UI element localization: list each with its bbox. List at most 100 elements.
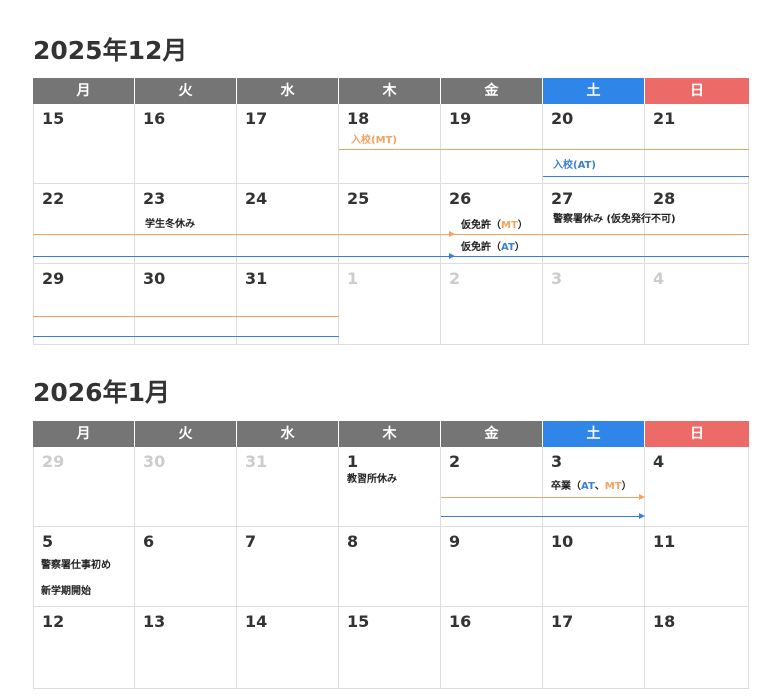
day-number: 24 — [245, 189, 268, 208]
day-cell[interactable]: 29 — [33, 447, 135, 527]
day-cell[interactable]: 17 — [543, 607, 645, 689]
day-cell[interactable]: 18 — [645, 607, 749, 689]
arrow-right-icon — [449, 231, 455, 237]
event-police-work-start[interactable]: 警察署仕事初め — [41, 559, 111, 572]
day-cell[interactable]: 11 — [645, 527, 749, 607]
weekday-header-tue: 火 — [135, 421, 236, 447]
day-cell[interactable]: 30 — [135, 447, 237, 527]
day-number-other-month: 4 — [653, 269, 665, 288]
day-cell[interactable]: 13 — [135, 607, 237, 689]
day-number: 28 — [653, 189, 676, 208]
at-period-line — [33, 336, 339, 337]
day-cell[interactable]: 16 — [135, 104, 237, 184]
at-period-line — [543, 176, 749, 177]
day-number-other-month: 29 — [42, 452, 65, 471]
at-period-line — [441, 516, 643, 517]
day-number: 16 — [449, 612, 472, 631]
day-number: 20 — [551, 109, 574, 128]
event-nyuko-at[interactable]: 入校(AT) — [553, 159, 596, 172]
day-number: 30 — [143, 269, 166, 288]
day-cell[interactable]: 14 — [237, 607, 339, 689]
day-cell[interactable]: 15 — [339, 607, 441, 689]
day-cell[interactable]: 8 — [339, 527, 441, 607]
at-period-line — [33, 256, 749, 257]
weekday-header-wed: 水 — [237, 421, 338, 447]
day-cell[interactable]: 15 — [33, 104, 135, 184]
mt-period-line — [339, 149, 749, 150]
arrow-right-icon — [639, 513, 645, 519]
day-number: 17 — [551, 612, 574, 631]
event-nyuko-mt[interactable]: 入校(MT) — [351, 134, 397, 147]
day-number-other-month: 2 — [449, 269, 461, 288]
day-cell[interactable]: 4 — [645, 264, 749, 345]
event-police-holiday[interactable]: 警察署休み (仮免発行不可) — [553, 213, 676, 226]
day-cell[interactable]: 25 — [339, 184, 441, 264]
day-number: 19 — [449, 109, 472, 128]
day-cell[interactable]: 31 — [237, 264, 339, 345]
mt-period-line — [33, 316, 339, 317]
day-cell[interactable]: 4 — [645, 447, 749, 527]
day-cell[interactable]: 2 — [441, 447, 543, 527]
weekday-header-sat: 土 — [543, 421, 644, 447]
weekday-header-fri: 金 — [441, 78, 542, 104]
day-cell[interactable]: 10 — [543, 527, 645, 607]
month-title-jan: 2026年1月 — [33, 378, 170, 407]
calendar-dec: 月 火 水 木 金 土 日 15 16 17 18 19 20 21 22 23… — [33, 78, 749, 345]
day-number: 7 — [245, 532, 257, 551]
mt-period-line — [33, 234, 749, 235]
mt-period-line — [441, 497, 643, 498]
day-cell[interactable]: 7 — [237, 527, 339, 607]
day-cell[interactable]: 9 — [441, 527, 543, 607]
day-cell[interactable]: 29 — [33, 264, 135, 345]
event-karimenkyo-at[interactable]: 仮免許（AT） — [461, 241, 525, 254]
weekday-header-sun: 日 — [645, 78, 749, 104]
day-cell[interactable]: 2 — [441, 264, 543, 345]
weekday-header-sun: 日 — [645, 421, 749, 447]
day-number-other-month: 3 — [551, 269, 563, 288]
day-cell[interactable]: 1 — [339, 264, 441, 345]
day-number: 3 — [551, 452, 563, 471]
day-cell[interactable]: 30 — [135, 264, 237, 345]
day-number: 5 — [42, 532, 54, 551]
day-cell[interactable]: 6 — [135, 527, 237, 607]
day-number: 18 — [653, 612, 676, 631]
day-number: 25 — [347, 189, 370, 208]
weekday-header-fri: 金 — [441, 421, 542, 447]
event-karimenkyo-mt[interactable]: 仮免許（MT） — [461, 219, 528, 232]
weekday-header-sat: 土 — [543, 78, 644, 104]
day-cell[interactable]: 17 — [237, 104, 339, 184]
day-number: 8 — [347, 532, 359, 551]
day-number: 16 — [143, 109, 166, 128]
day-number: 17 — [245, 109, 268, 128]
day-cell[interactable]: 3 — [543, 264, 645, 345]
day-number: 1 — [347, 452, 359, 471]
day-cell[interactable]: 24 — [237, 184, 339, 264]
day-number: 4 — [653, 452, 665, 471]
event-winter-break[interactable]: 学生冬休み — [145, 218, 195, 231]
weekday-header-mon: 月 — [33, 421, 134, 447]
day-cell[interactable]: 22 — [33, 184, 135, 264]
day-number: 21 — [653, 109, 676, 128]
day-number: 13 — [143, 612, 166, 631]
day-number: 11 — [653, 532, 676, 551]
event-graduation[interactable]: 卒業（AT、MT） — [551, 480, 632, 493]
day-number: 14 — [245, 612, 268, 631]
day-cell[interactable]: 1 — [339, 447, 441, 527]
day-number: 9 — [449, 532, 461, 551]
day-cell[interactable]: 31 — [237, 447, 339, 527]
day-cell[interactable]: 21 — [645, 104, 749, 184]
day-cell[interactable]: 16 — [441, 607, 543, 689]
weekday-header-thu: 木 — [339, 421, 440, 447]
day-number: 2 — [449, 452, 461, 471]
month-title-dec: 2025年12月 — [33, 36, 188, 65]
weekday-header-tue: 火 — [135, 78, 236, 104]
event-school-closed[interactable]: 教習所休み — [347, 473, 397, 486]
event-new-term[interactable]: 新学期開始 — [41, 585, 91, 598]
day-number: 18 — [347, 109, 370, 128]
day-number: 6 — [143, 532, 155, 551]
arrow-right-icon — [449, 253, 455, 259]
day-cell[interactable]: 19 — [441, 104, 543, 184]
day-number: 26 — [449, 189, 472, 208]
day-cell[interactable]: 12 — [33, 607, 135, 689]
day-cell[interactable]: 20 — [543, 104, 645, 184]
